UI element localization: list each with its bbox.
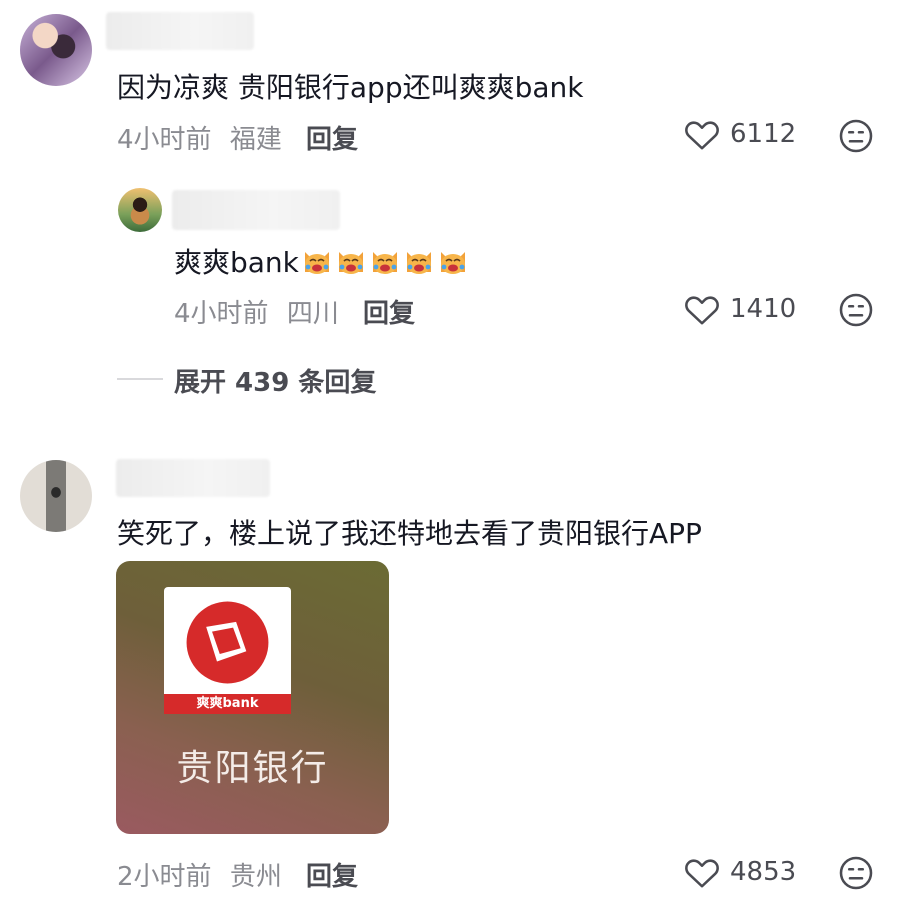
heart-icon: [685, 296, 719, 325]
username-blurred[interactable]: [172, 190, 340, 230]
comment-text: 笑死了，楼上说了我还特地去看了贵阳银行APP: [117, 517, 702, 550]
like-count: 4853: [730, 857, 797, 887]
reply-time: 4小时前: [174, 299, 269, 329]
app-name: 贵阳银行: [176, 748, 329, 789]
reply-text-label: 爽爽bank: [174, 246, 299, 279]
bank-logo-icon: [186, 601, 269, 684]
like-button[interactable]: 6112: [684, 117, 796, 151]
app-icon: 爽爽bank: [164, 587, 291, 714]
comment-location: 福建: [229, 125, 282, 155]
comment-text: 因为凉爽 贵阳银行app还叫爽爽bank: [117, 71, 584, 104]
reply-button[interactable]: 回复: [363, 293, 415, 330]
crying-laughing-cat-emoji: [335, 246, 367, 276]
like-count: 1410: [730, 294, 797, 324]
comment-location: 贵州: [229, 862, 282, 892]
reply-meta: 4小时前 四川: [174, 293, 339, 330]
heart-icon: [685, 859, 719, 888]
comment-time: 2小时前: [117, 862, 212, 892]
reply-text: 爽爽bank: [174, 241, 469, 281]
dislike-face-icon[interactable]: [838, 118, 874, 154]
reply-location: 四川: [286, 299, 339, 329]
comment-meta: 2小时前 贵州: [117, 856, 282, 893]
crying-laughing-cat-emoji: [403, 246, 435, 276]
crying-laughing-cat-emoji: [301, 246, 333, 276]
avatar[interactable]: [118, 188, 162, 232]
reply-button[interactable]: 回复: [306, 856, 358, 893]
crying-laughing-cat-emoji: [437, 246, 469, 276]
like-button[interactable]: 4853: [684, 855, 796, 889]
comment-meta: 4小时前 福建: [117, 119, 282, 156]
heart-icon: [685, 121, 719, 150]
dislike-face-icon[interactable]: [838, 855, 874, 891]
expand-replies-button[interactable]: 展开 439 条回复: [174, 362, 376, 399]
username-blurred[interactable]: [116, 459, 270, 497]
like-count: 6112: [730, 119, 797, 149]
username-blurred[interactable]: [106, 12, 254, 50]
like-button[interactable]: 1410: [684, 292, 796, 326]
comment-image[interactable]: 爽爽bank 贵阳银行: [116, 561, 389, 834]
dislike-face-icon[interactable]: [838, 292, 874, 328]
reply-button[interactable]: 回复: [306, 119, 358, 156]
expand-divider: [117, 378, 163, 380]
app-badge: 爽爽bank: [164, 694, 291, 714]
avatar[interactable]: [20, 460, 92, 532]
avatar[interactable]: [20, 14, 92, 86]
comment-time: 4小时前: [117, 125, 212, 155]
crying-laughing-cat-emoji: [369, 246, 401, 276]
